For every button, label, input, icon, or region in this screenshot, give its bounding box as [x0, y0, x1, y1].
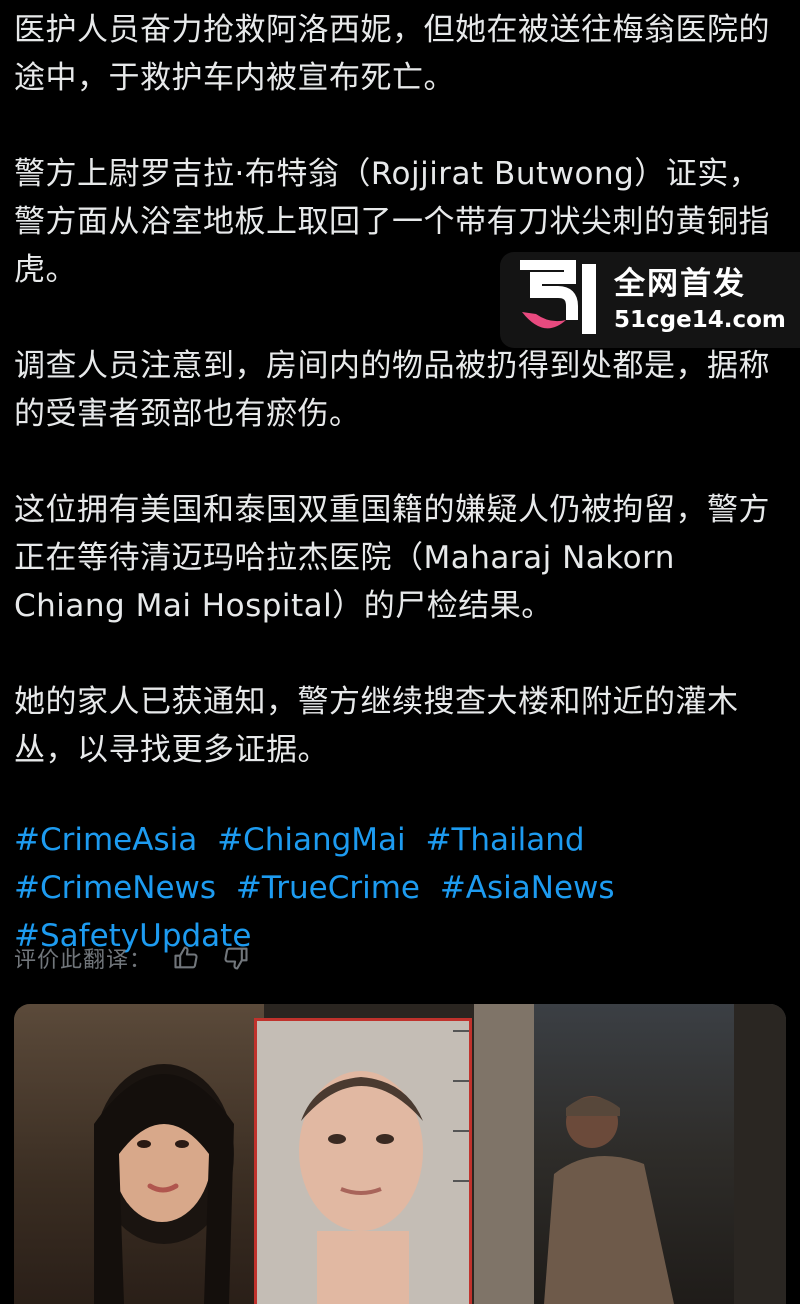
post-paragraph: 调查人员注意到，房间内的物品被扔得到处都是，据称的受害者颈部也有瘀伤。 [14, 348, 770, 432]
hashtag-link[interactable]: #CrimeAsia [14, 816, 197, 864]
watermark-url: 51cge14.com [614, 307, 786, 333]
rate-translation-label: 评价此翻译： [14, 948, 153, 973]
thumbs-up-icon[interactable] [170, 942, 202, 974]
watermark-title: 全网首发 [614, 266, 746, 302]
police-scene-photo [474, 1004, 786, 1304]
hashtag-link[interactable]: #AsiaNews [440, 864, 615, 912]
post-body: 医护人员奋力抢救阿洛西妮，但她在被送往梅翁医院的途中，于救护车内被宣布死亡。 警… [14, 6, 786, 960]
post-media-image[interactable] [14, 1004, 786, 1304]
hashtag-list: #CrimeAsia #ChiangMai #Thailand #CrimeNe… [14, 816, 786, 960]
hashtag-link[interactable]: #Thailand [426, 816, 585, 864]
post-paragraph: 这位拥有美国和泰国双重国籍的嫌疑人仍被拘留，警方正在等待清迈玛哈拉杰医院（Mah… [14, 492, 770, 624]
hashtag-link[interactable]: #ChiangMai [217, 816, 406, 864]
site-watermark: 全网首发 51cge14.com [500, 252, 800, 348]
post-paragraph: 她的家人已获通知，警方继续搜查大楼和附近的灌木丛，以寻找更多证据。 [14, 684, 739, 768]
hashtag-link[interactable]: #CrimeNews [14, 864, 216, 912]
post-paragraph: 医护人员奋力抢救阿洛西妮，但她在被送往梅翁医院的途中，于救护车内被宣布死亡。 [14, 12, 770, 96]
suspect-mugshot [254, 1018, 472, 1304]
rate-translation-row: 评价此翻译： [14, 940, 252, 976]
hashtag-link[interactable]: #TrueCrime [236, 864, 420, 912]
victim-photo [14, 1004, 264, 1304]
thumbs-down-icon[interactable] [220, 942, 252, 974]
51-logo-icon [520, 260, 596, 334]
